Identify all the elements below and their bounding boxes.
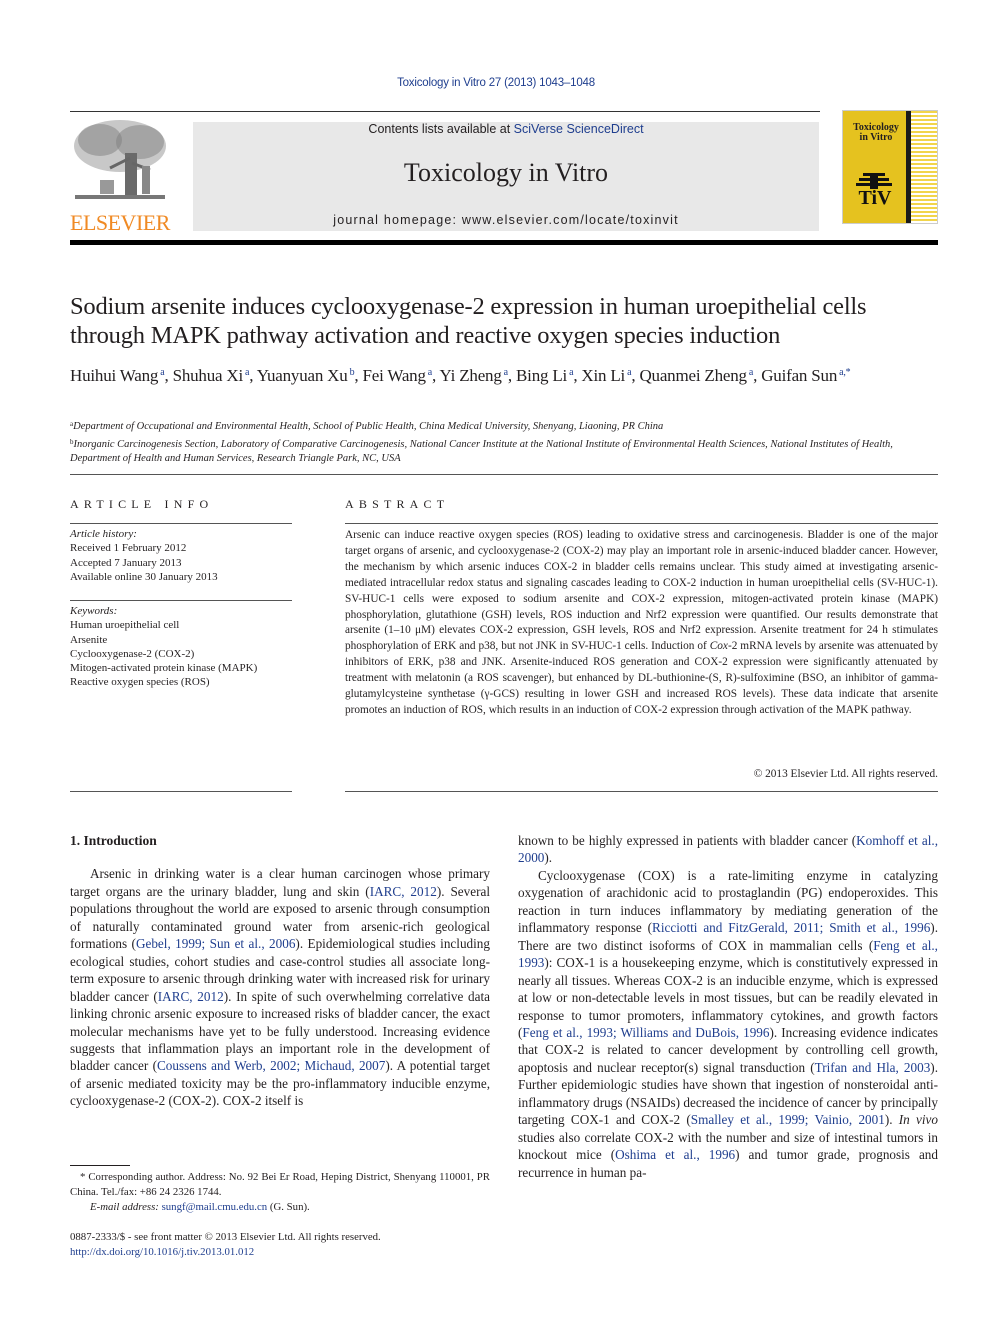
journal-citation[interactable]: Toxicology in Vitro 27 (2013) 1043–1048: [0, 77, 992, 89]
introduction-heading: 1. Introduction: [70, 833, 157, 848]
section-divider: [70, 474, 938, 475]
author-name: Quanmei Zheng: [639, 366, 747, 385]
abstract-rule: [345, 523, 938, 524]
abstract-copyright: © 2013 Elsevier Ltd. All rights reserved…: [753, 768, 938, 780]
history-received: Received 1 February 2012: [70, 542, 187, 555]
author-affiliation-link[interactable]: a: [749, 367, 753, 378]
citation-link[interactable]: IARC, 2012: [158, 989, 224, 1004]
author-name: Yuanyuan Xu: [256, 366, 348, 385]
author-name: Bing Li: [516, 366, 568, 385]
email-line: E-mail address: sungf@mail.cmu.edu.cn (G…: [70, 1200, 490, 1215]
journal-cover[interactable]: Toxicology in Vitro TiV: [842, 110, 938, 224]
author-affiliation-link[interactable]: a: [627, 367, 631, 378]
author-affiliation-link[interactable]: b: [350, 367, 355, 378]
author-affiliation-link[interactable]: a: [504, 367, 508, 378]
keyword-item: Cyclooxygenase-2 (COX-2): [70, 647, 195, 660]
intro-paragraph: known to be highly expressed in patients…: [518, 832, 938, 867]
email-suffix: (G. Sun).: [267, 1201, 310, 1213]
body-column-right: known to be highly expressed in patients…: [518, 832, 938, 1181]
italic-text: In vivo: [898, 1112, 938, 1128]
keywords-rule: [70, 600, 292, 601]
author-name: Shuhua Xi: [172, 366, 244, 385]
abstract-part: Arsenic can induce reactive oxygen speci…: [345, 529, 938, 653]
article-info-rule: [70, 523, 292, 524]
contents-prefix: Contents lists available at: [368, 122, 514, 136]
history-label: Article history:: [70, 528, 137, 540]
email-link[interactable]: sungf@mail.cmu.edu.cn: [162, 1201, 268, 1213]
elsevier-logo[interactable]: ELSEVIER: [70, 118, 170, 235]
affiliations: aDepartment of Occupational and Environm…: [70, 417, 938, 467]
keyword-item: Arsenite: [70, 633, 108, 646]
author-list: Huihui Wang a, Shuhua Xi a, Yuanyuan Xu b, …: [70, 366, 851, 385]
cover-title-line2: in Vitro: [859, 132, 893, 143]
body-text: ).: [884, 1112, 899, 1128]
elsevier-wordmark: ELSEVIER: [70, 210, 170, 235]
article-info-heading: ARTICLE INFO: [70, 497, 214, 511]
article-history: Article history: Received 1 February 201…: [70, 527, 292, 584]
body-text: known to be highly expressed in patients…: [518, 833, 857, 848]
author-name: Fei Wang: [362, 366, 426, 385]
front-matter: 0887-2333/$ - see front matter © 2013 El…: [70, 1230, 490, 1260]
affiliation-text: Inorganic Carcinogenesis Section, Labora…: [70, 438, 893, 465]
article-info-bottom-rule: [70, 791, 292, 792]
keywords-label: Keywords:: [70, 605, 118, 617]
email-label: E-mail address:: [90, 1201, 162, 1213]
author-affiliation-link[interactable]: a: [245, 367, 249, 378]
cover-lines: [911, 111, 937, 223]
author-name: Xin Li: [581, 366, 626, 385]
keyword-item: Human uroepithelial cell: [70, 619, 180, 632]
contents-line: Contents lists available at SciVerse Sci…: [193, 122, 819, 136]
history-online: Available online 30 January 2013: [70, 570, 218, 583]
citation-link[interactable]: Oshima et al., 1996: [615, 1147, 735, 1162]
history-accepted: Accepted 7 January 2013: [70, 556, 182, 569]
intro-paragraph: Arsenic in drinking water is a clear hum…: [70, 865, 490, 1109]
citation-link[interactable]: Smalley et al., 1999; Vainio, 2001: [691, 1112, 885, 1127]
citation-link[interactable]: Ricciotti and FitzGerald, 2011; Smith et…: [652, 920, 930, 935]
journal-title: Toxicology in Vitro: [403, 158, 609, 187]
abstract-bottom-rule: [345, 791, 938, 792]
citation-link[interactable]: Feng et al., 1993; Williams and DuBois, …: [522, 1025, 769, 1040]
affiliation-text: Department of Occupational and Environme…: [73, 421, 664, 432]
author-affiliation-link[interactable]: a: [428, 367, 432, 378]
keywords: Keywords: Human uroepithelial cell Arsen…: [70, 604, 292, 690]
article-title: Sodium arsenite induces cyclooxygenase-2…: [70, 293, 867, 349]
cover-tiv-text: TiV: [858, 187, 892, 209]
author-affiliation-link[interactable]: a,*: [839, 367, 851, 378]
journal-masthead: Contents lists available at SciVerse Sci…: [193, 122, 819, 231]
doi-link[interactable]: http://dx.doi.org/10.1016/j.tiv.2013.01.…: [70, 1245, 490, 1260]
corresponding-author-footnote: * Corresponding author. Address: No. 92 …: [70, 1170, 490, 1215]
header-rule: [70, 111, 820, 112]
author-name: Yi Zheng: [439, 366, 502, 385]
abstract-text: Arsenic can induce reactive oxygen speci…: [345, 528, 938, 719]
citation-link[interactable]: IARC, 2012: [370, 884, 437, 899]
corresponding-author-note: * Corresponding author. Address: No. 92 …: [70, 1171, 490, 1198]
body-column-left: 1. Introduction Arsenic in drinking wate…: [70, 832, 490, 1110]
author-affiliation-link[interactable]: a: [569, 367, 573, 378]
header-thick-rule: [70, 240, 938, 245]
affiliation-b: bInorganic Carcinogenesis Section, Labor…: [70, 435, 938, 467]
author-name: Guifan Sun: [761, 366, 838, 385]
citation-link[interactable]: Gebel, 1999; Sun et al., 2006: [136, 936, 295, 951]
affiliation-a: aDepartment of Occupational and Environm…: [70, 417, 938, 435]
citation-link[interactable]: Coussens and Werb, 2002; Michaud, 2007: [157, 1058, 385, 1073]
intro-paragraph: Cyclooxygenase (COX) is a rate-limiting …: [518, 867, 938, 1181]
author-name: Huihui Wang: [70, 366, 159, 385]
sciencedirect-link[interactable]: SciVerse ScienceDirect: [514, 122, 644, 136]
cover-title: Toxicology in Vitro: [846, 123, 906, 143]
elsevier-tree-icon: [74, 120, 166, 199]
author-affiliation-link[interactable]: a: [160, 367, 164, 378]
keyword-item: Reactive oxygen species (ROS): [70, 676, 210, 689]
footnote-rule: [70, 1165, 130, 1166]
citation-link[interactable]: Trifan and Hla, 2003: [815, 1060, 931, 1075]
journal-homepage[interactable]: journal homepage: www.elsevier.com/locat…: [193, 213, 819, 227]
abstract-italic-term: Cox: [709, 640, 728, 653]
abstract-heading: ABSTRACT: [345, 497, 450, 511]
body-text: ).: [544, 850, 553, 866]
keyword-item: Mitogen-activated protein kinase (MAPK): [70, 662, 258, 675]
issn-line: 0887-2333/$ - see front matter © 2013 El…: [70, 1231, 381, 1243]
